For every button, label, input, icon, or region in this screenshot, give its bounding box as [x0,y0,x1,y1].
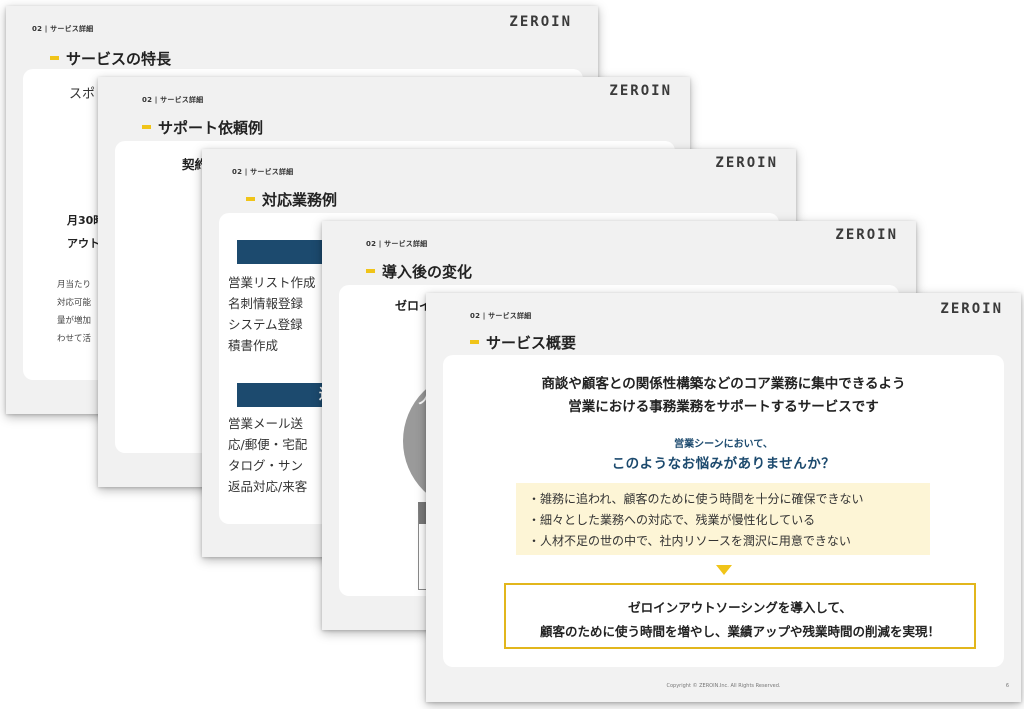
slide-title-text: サービスの特長 [66,50,172,68]
section-label: 02 | サービス詳細 [142,96,204,104]
solution-box: ゼロインアウトソーシングを導入して、 顧客のために使う時間を増やし、業績アップや… [504,583,976,649]
card-text: 対応可能 [57,298,92,308]
title-marker [470,339,479,344]
brand-logo: ZEROIN [940,301,1003,317]
lead-line-2: 営業における事務業務をサポートするサービスです [568,399,879,415]
title-marker [142,124,151,129]
question-intro: 営業シーンにおいて、 [674,439,773,450]
slide-title: サービスの特長 [50,48,171,69]
slide-title: 対応業務例 [246,189,337,210]
brand-logo: ZEROIN [509,14,572,30]
task-item: 営業リスト作成 [228,275,316,290]
pain-points-box: ・雑務に追われ、顧客のために使う時間を十分に確保できない ・細々とした業務への対… [516,483,930,555]
pain-point: ・人材不足の世の中で、社内リソースを潤沢に用意できない [528,534,851,548]
task-item: 名刺情報登録 [228,296,304,311]
down-triangle-icon [716,565,732,575]
brand-logo: ZEROIN [715,155,778,171]
section-label: 02 | サービス詳細 [366,240,428,248]
copyright: Copyright © ZEROIN.Inc. All Rights Reser… [666,683,781,689]
title-marker [50,55,59,60]
card-text: 量が増加 [57,316,92,326]
slide-title: 導入後の変化 [366,261,472,282]
title-marker [246,196,255,201]
card-text: スポ [69,87,96,102]
section-label: 02 | サービス詳細 [232,168,294,176]
brand-logo: ZEROIN [609,83,672,99]
card-text: 月当たり [57,280,92,290]
slide-service-overview[interactable]: 02 | サービス詳細 ZEROIN サービス概要 商談や顧客との関係性構築など… [426,293,1021,702]
slide-title: サポート依頼例 [142,117,263,138]
pain-point: ・細々とした業務への対応で、残業が慢性化している [528,513,816,527]
section-label: 02 | サービス詳細 [32,25,94,33]
slide-title-text: サポート依頼例 [158,119,264,137]
task-item: 営業メール送 [228,416,304,431]
slide-title-text: 対応業務例 [262,191,338,209]
title-marker [366,268,375,273]
slide-title: サービス概要 [470,332,576,353]
task-item: 積書作成 [228,338,279,353]
lead-line-1: 商談や顧客との関係性構築などのコア業務に集中できるよう [541,376,906,392]
task-item: システム登録 [228,317,303,332]
brand-logo: ZEROIN [835,227,898,243]
slide-title-text: 導入後の変化 [382,263,473,281]
card-text: アウト [67,237,100,250]
task-item: タログ・サン [228,458,304,473]
question-heading: このようなお悩みがありませんか？ [611,456,836,472]
card-text: わせて活 [57,334,92,344]
slide-title-text: サービス概要 [486,334,577,352]
solution-line-1: ゼロインアウトソーシングを導入して、 [628,600,852,615]
task-item: 返品対応/来客 [228,479,308,494]
task-item: 応/郵便・宅配 [228,437,308,452]
content-card: 商談や顧客との関係性構築などのコア業務に集中できるよう 営業における事務業務をサ… [443,355,1004,667]
solution-line-2: 顧客のために使う時間を増やし、業績アップや残業時間の削減を実現！ [539,624,940,639]
section-label: 02 | サービス詳細 [470,312,532,320]
pain-point: ・雑務に追われ、顧客のために使う時間を十分に確保できない [528,492,864,506]
page-number: 6 [1005,683,1009,689]
